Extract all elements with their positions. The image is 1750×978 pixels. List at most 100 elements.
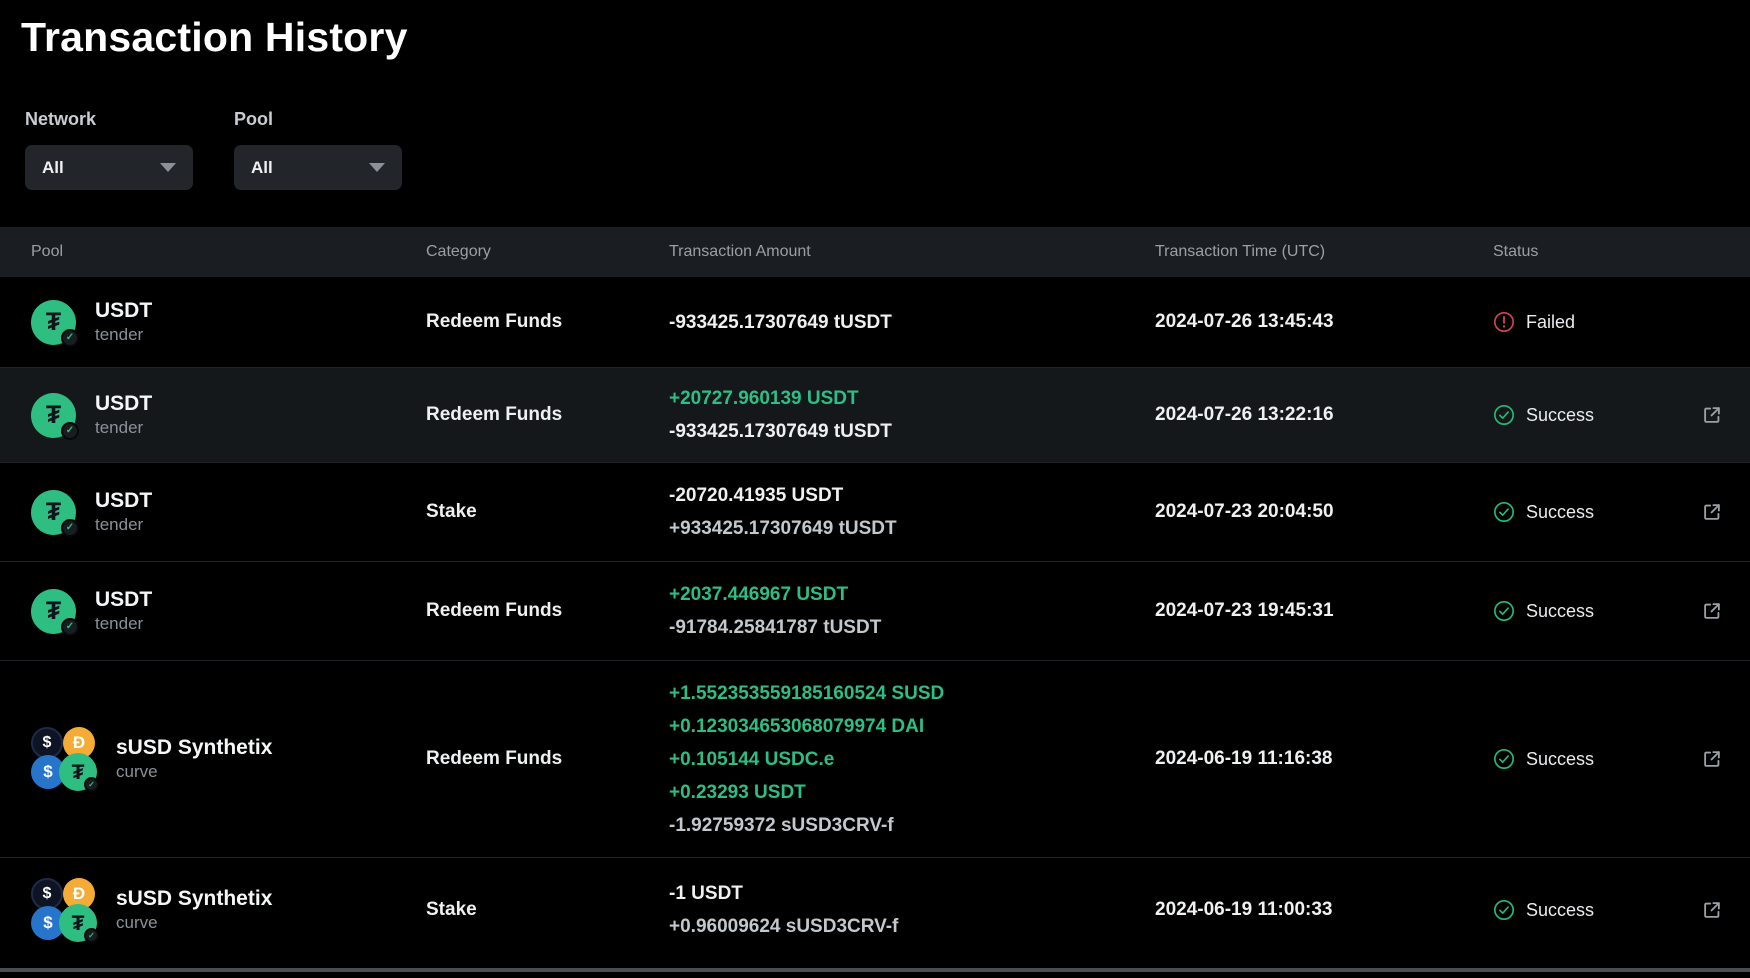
link-cell [1693,898,1724,922]
time-cell: 2024-07-26 13:45:43 [1155,311,1493,333]
status-label: Success [1526,900,1594,921]
time-cell: 2024-07-26 13:22:16 [1155,404,1493,426]
pool-text: USDT tender [95,299,152,345]
tether-glyph: ₮ [46,310,61,335]
tether-glyph: ₮ [46,599,61,624]
status-label: Success [1526,405,1594,426]
check-circle-icon [1493,899,1515,921]
pool-cell: ₮ ✓ $ Ð $ ₮ ✓ sUSD Synthetix curve [31,727,426,791]
page-title: Transaction History [0,0,1750,61]
table-row: ₮ ✓ $ Ð $ ₮ ✓ sUSD Synthetix curve Redee… [0,660,1750,857]
pool-filter-label: Pool [234,109,402,130]
external-link-icon [1701,404,1723,426]
amount-cell: -933425.17307649 tUSDT [669,306,1155,339]
pool-platform: tender [95,325,152,345]
amount-line: +0.105144 USDC.e [669,743,1155,776]
usdt-coin-icon: ₮ ✓ [31,490,76,535]
verified-badge-icon: ✓ [61,329,79,347]
amount-line: -933425.17307649 tUSDT [669,306,1155,339]
column-header-amount: Transaction Amount [669,243,1155,261]
category-cell: Redeem Funds [426,404,669,426]
external-link-button[interactable] [1700,599,1724,623]
amount-cell: +20727.960139 USDT-933425.17307649 tUSDT [669,382,1155,448]
link-cell [1693,599,1724,623]
transaction-table-body: ₮ ✓ $ Ð $ ₮ ✓ USDT tender Redeem Funds -… [0,277,1750,962]
horizontal-scrollbar[interactable] [0,968,1750,972]
column-header-category: Category [426,243,669,261]
external-link-button[interactable] [1700,898,1724,922]
check-circle-icon [1493,600,1515,622]
time-cell: 2024-06-19 11:16:38 [1155,748,1493,770]
amount-line: +933425.17307649 tUSDT [669,512,1155,545]
amount-line: +20727.960139 USDT [669,382,1155,415]
amount-line: -933425.17307649 tUSDT [669,415,1155,448]
network-dropdown-value: All [42,158,64,178]
link-cell [1693,500,1724,524]
table-row: ₮ ✓ $ Ð $ ₮ ✓ USDT tender Stake -20720.4… [0,462,1750,561]
external-link-icon [1701,748,1723,770]
transaction-history-page: Transaction History Network All Pool All… [0,0,1750,978]
status-cell: Success [1493,501,1693,523]
amount-line: +0.96009624 sUSD3CRV-f [669,910,1155,943]
network-dropdown[interactable]: All [25,145,193,190]
pool-platform: curve [116,762,272,782]
check-circle-icon [1493,404,1515,426]
table-row: ₮ ✓ $ Ð $ ₮ ✓ USDT tender Redeem Funds -… [0,277,1750,367]
exclamation-circle-icon [1493,311,1515,333]
external-link-button[interactable] [1700,747,1724,771]
status-cell: Success [1493,899,1693,921]
external-link-icon [1701,501,1723,523]
chevron-down-icon [160,163,176,172]
usdt-coin-icon-small: ₮ ✓ [59,904,97,942]
amount-cell: -1 USDT+0.96009624 sUSD3CRV-f [669,877,1155,943]
filters-bar: Network All Pool All [0,61,1750,190]
network-filter-label: Network [25,109,193,130]
check-circle-icon [1493,748,1515,770]
pool-platform: curve [116,913,272,933]
pool-name: sUSD Synthetix [116,887,272,911]
amount-line: -1 USDT [669,877,1155,910]
amount-cell: +1.552353559185160524 SUSD+0.12303465306… [669,677,1155,842]
external-link-button[interactable] [1700,403,1724,427]
status-cell: Success [1493,404,1693,426]
usdt-coin-icon-small: ₮ ✓ [59,753,97,791]
pool-cell: ₮ ✓ $ Ð $ ₮ ✓ USDT tender [31,299,426,345]
pool-name: USDT [95,588,152,612]
category-cell: Redeem Funds [426,311,669,333]
amount-line: -91784.25841787 tUSDT [669,611,1155,644]
verified-badge-icon: ✓ [61,422,79,440]
external-link-icon [1701,600,1723,622]
susd-pool-cluster-icon: $ Ð $ ₮ ✓ [31,727,97,791]
pool-cell: ₮ ✓ $ Ð $ ₮ ✓ USDT tender [31,392,426,438]
amount-line: +2037.446967 USDT [669,578,1155,611]
pool-name: sUSD Synthetix [116,736,272,760]
status-cell: Failed [1493,311,1693,333]
column-header-time: Transaction Time (UTC) [1155,243,1493,261]
verified-badge-icon: ✓ [61,618,79,636]
status-label: Success [1526,749,1594,770]
verified-badge-icon: ✓ [84,928,99,943]
category-cell: Redeem Funds [426,748,669,770]
column-header-pool: Pool [31,243,426,261]
pool-cell: ₮ ✓ $ Ð $ ₮ ✓ sUSD Synthetix curve [31,878,426,942]
chevron-down-icon [369,163,385,172]
amount-line: +0.123034653068079974 DAI [669,710,1155,743]
link-cell [1693,403,1724,427]
pool-text: USDT tender [95,489,152,535]
amount-line: -20720.41935 USDT [669,479,1155,512]
amount-line: -1.92759372 sUSD3CRV-f [669,809,1155,842]
column-header-status: Status [1493,243,1693,261]
susd-pool-cluster-icon: $ Ð $ ₮ ✓ [31,878,97,942]
tether-glyph: ₮ [46,500,61,525]
pool-platform: tender [95,418,152,438]
amount-cell: -20720.41935 USDT+933425.17307649 tUSDT [669,479,1155,545]
time-cell: 2024-07-23 20:04:50 [1155,501,1493,523]
pool-text: sUSD Synthetix curve [116,736,272,782]
external-link-button[interactable] [1700,500,1724,524]
pool-dropdown[interactable]: All [234,145,402,190]
network-filter-group: Network All [25,109,193,190]
category-cell: Stake [426,501,669,523]
verified-badge-icon: ✓ [61,519,79,537]
pool-name: USDT [95,392,152,416]
usdt-coin-icon: ₮ ✓ [31,300,76,345]
